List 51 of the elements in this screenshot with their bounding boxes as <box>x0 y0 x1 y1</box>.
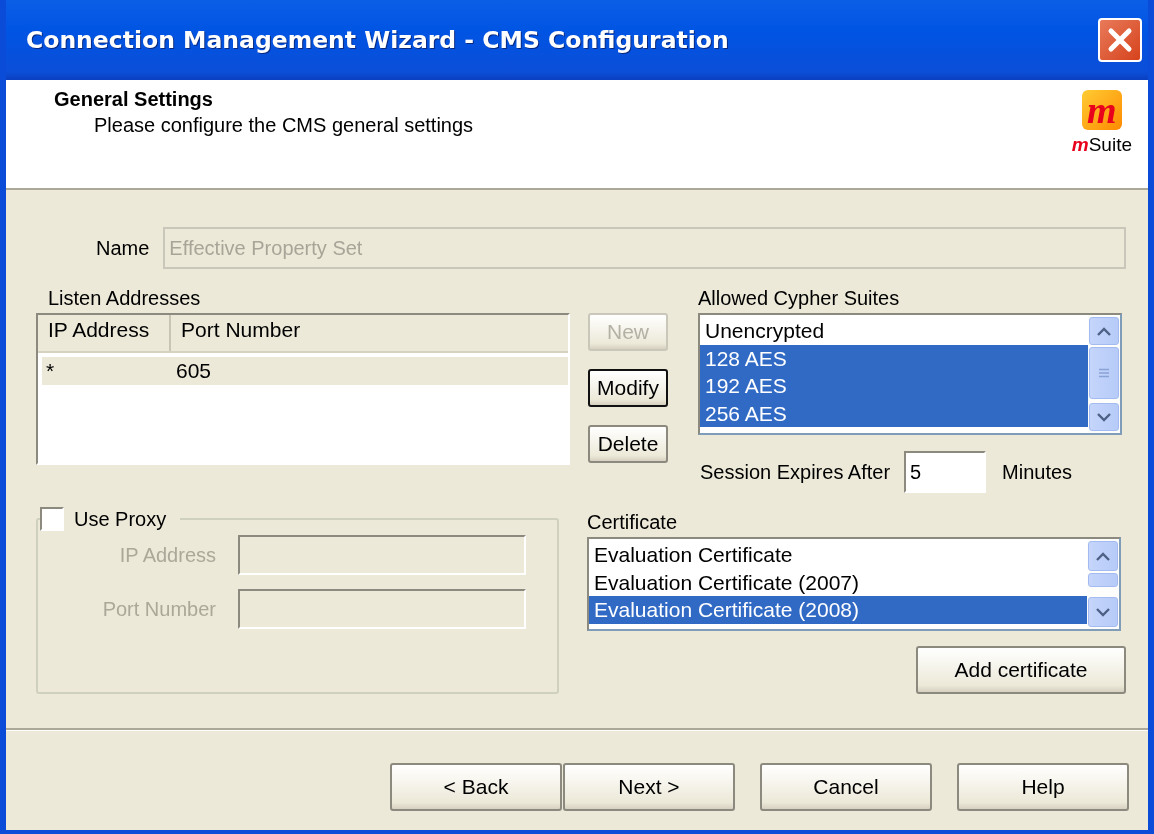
scroll-up-button[interactable] <box>1088 541 1118 571</box>
list-item[interactable]: Unencrypted <box>700 317 1088 345</box>
chevron-up-icon <box>1097 326 1111 336</box>
name-label: Name <box>96 236 150 260</box>
chevron-down-icon <box>1097 412 1111 422</box>
input-field[interactable] <box>238 535 526 575</box>
list-item[interactable]: Evaluation Certificate (2008) <box>589 596 1087 624</box>
column-header[interactable]: Port Number <box>171 315 568 351</box>
close-icon <box>1107 27 1133 53</box>
logo-mark: m <box>1081 90 1122 130</box>
column-header[interactable]: IP Address <box>38 315 172 351</box>
section-label: Listen Addresses <box>48 287 202 311</box>
list-item[interactable]: Evaluation Certificate (2007) <box>589 568 1087 596</box>
input-field[interactable] <box>238 589 526 629</box>
wizard-button[interactable]: Next > <box>563 763 735 811</box>
list-item[interactable]: Evaluation Certificate <box>589 541 1087 569</box>
scrollbar[interactable] <box>1088 315 1120 433</box>
chevron-up-icon <box>1096 551 1110 561</box>
logo-wordmark: mSuite <box>1071 134 1132 156</box>
checkbox-label: Use Proxy <box>74 507 167 531</box>
list-item[interactable]: 128 AES <box>700 344 1088 372</box>
session-label: Session Expires After <box>700 460 891 484</box>
minutes-field[interactable]: 5 <box>904 451 987 493</box>
page-subtitle: Please configure the CMS general settings <box>94 114 474 137</box>
table-row[interactable]: * 605 <box>42 357 568 385</box>
window-title: Connection Management Wizard - CMS Configuration <box>26 26 729 54</box>
wizard-button[interactable]: Help <box>957 763 1129 811</box>
grip-icon <box>1098 368 1110 378</box>
list-item[interactable]: 256 AES <box>700 399 1088 427</box>
scroll-thumb[interactable] <box>1089 347 1119 399</box>
scrollbar[interactable] <box>1087 539 1119 629</box>
wizard-button[interactable]: Cancel <box>760 763 932 811</box>
page-title: General Settings <box>54 88 214 111</box>
close-button[interactable] <box>1098 18 1142 62</box>
action-button[interactable]: Delete <box>588 425 668 463</box>
field-label: Port Number <box>101 597 217 621</box>
add-certificate-button[interactable]: Add certificate <box>916 646 1126 694</box>
section-label: Allowed Cypher Suites <box>698 287 901 311</box>
section-label: Certificate <box>587 511 679 535</box>
scroll-up-button[interactable] <box>1089 317 1119 345</box>
table-cell-text: * <box>45 359 56 383</box>
list-item[interactable]: 192 AES <box>700 372 1088 400</box>
wizard-button[interactable]: < Back <box>390 763 562 811</box>
action-button[interactable]: Modify <box>588 369 668 407</box>
chevron-down-icon <box>1096 607 1110 617</box>
scroll-down-button[interactable] <box>1089 403 1119 431</box>
scroll-thumb[interactable] <box>1088 573 1118 587</box>
field-label: IP Address <box>118 543 217 567</box>
unit-label: Minutes <box>1002 460 1073 484</box>
table-cell-text: 605 <box>175 359 213 383</box>
scroll-down-button[interactable] <box>1088 597 1118 627</box>
